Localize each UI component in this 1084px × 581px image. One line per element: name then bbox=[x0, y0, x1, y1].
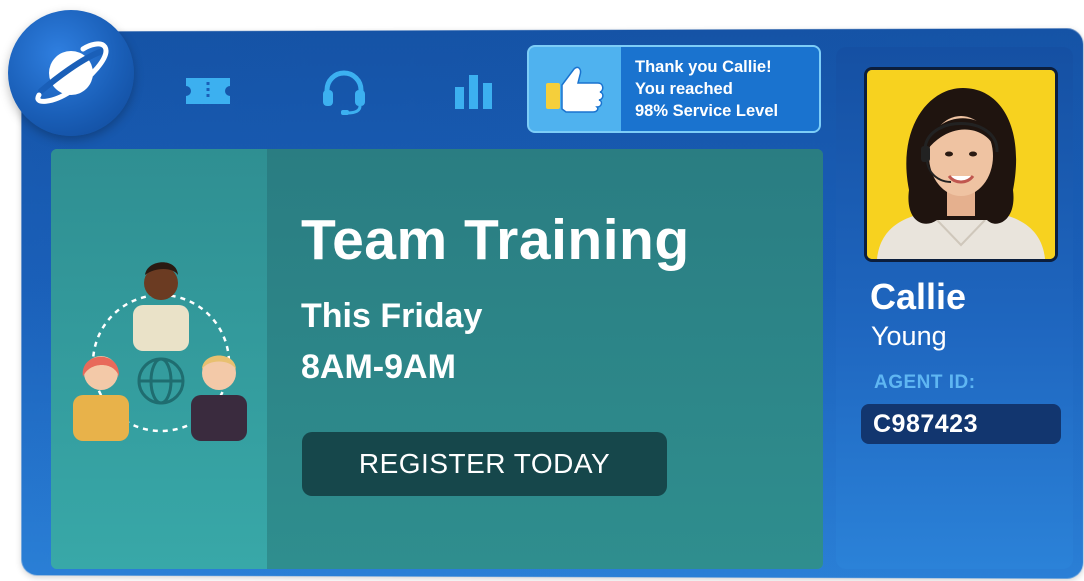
agent-first-name: Callie bbox=[870, 276, 966, 318]
register-today-button[interactable]: REGISTER TODAY bbox=[302, 432, 667, 496]
training-card: Team Training This Friday 8AM-9AM REGIST… bbox=[51, 149, 823, 569]
training-time: 8AM-9AM bbox=[301, 348, 456, 387]
training-title: Team Training bbox=[301, 207, 690, 273]
thumbs-up-icon bbox=[529, 47, 621, 131]
notification-line-3: 98% Service Level bbox=[635, 100, 819, 122]
service-level-notification: Thank you Callie! You reached 98% Servic… bbox=[527, 45, 821, 133]
ticket-icon[interactable] bbox=[182, 66, 234, 116]
training-day: This Friday bbox=[301, 297, 482, 336]
agent-id-value: C987423 bbox=[861, 404, 1061, 444]
bar-chart-icon[interactable] bbox=[452, 66, 496, 116]
agent-last-name: Young bbox=[871, 321, 947, 352]
team-people-icon bbox=[69, 253, 255, 443]
notification-line-2: You reached bbox=[635, 78, 819, 100]
agent-avatar bbox=[864, 67, 1058, 262]
headset-icon[interactable] bbox=[318, 66, 370, 116]
planet-logo-icon bbox=[8, 10, 134, 136]
notification-line-1: Thank you Callie! bbox=[635, 56, 819, 78]
agent-id-label: AGENT ID: bbox=[874, 372, 976, 394]
illustration-panel bbox=[51, 149, 267, 569]
